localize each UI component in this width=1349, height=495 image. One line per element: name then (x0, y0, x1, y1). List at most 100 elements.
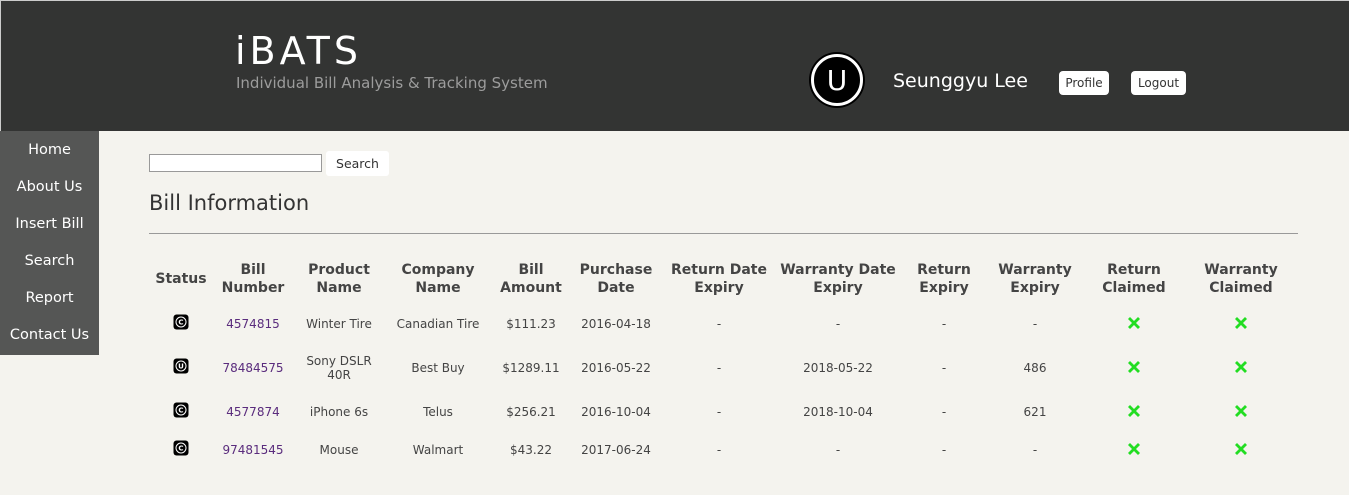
return-claimed-x-icon (1128, 317, 1140, 329)
status-letter: U (175, 360, 187, 372)
sidebar-item-contact-us[interactable]: Contact Us (0, 317, 99, 354)
section-title: Bill Information (149, 191, 310, 215)
th-company-name: Company Name (401, 261, 474, 297)
return-expiry: - (941, 317, 947, 331)
bill-number-link[interactable]: 4574815 (226, 317, 279, 331)
header-line: Company (401, 262, 475, 278)
warranty-date-expiry: - (835, 317, 841, 331)
return-expiry: - (941, 443, 947, 457)
header-line: Claimed (1102, 280, 1166, 296)
purchase-date: 2016-10-04 (581, 405, 651, 419)
warranty-expiry: - (1032, 317, 1038, 331)
company-name: Telus (423, 405, 453, 419)
profile-button[interactable]: Profile (1059, 71, 1109, 95)
avatar[interactable]: U (811, 54, 863, 106)
bill-number-link[interactable]: 97481545 (222, 443, 283, 457)
return-date-expiry: - (716, 443, 722, 457)
app-subtitle: Individual Bill Analysis & Tracking Syst… (236, 74, 548, 92)
header-line: Date (597, 280, 635, 296)
th-purchase-date: Purchase Date (580, 261, 653, 297)
warranty-date-expiry: 2018-10-04 (803, 405, 873, 419)
company-name: Canadian Tire (396, 317, 480, 331)
company-name: Best Buy (411, 361, 465, 375)
header-line: Expiry (813, 280, 863, 296)
warranty-claimed-x-icon (1235, 443, 1247, 455)
header-line: Warranty (1204, 262, 1278, 278)
purchase-date: 2017-06-24 (581, 443, 651, 457)
return-claimed-x-icon (1128, 361, 1140, 373)
sidebar-item-about-us[interactable]: About Us (0, 169, 99, 206)
bill-amount: $1289.11 (502, 361, 560, 375)
return-expiry: - (941, 361, 947, 375)
divider (149, 233, 1298, 234)
header-line: Name (415, 280, 461, 296)
user-name: Seunggyu Lee (893, 70, 1028, 92)
bill-amount: $111.23 (506, 317, 556, 331)
status-letter: C (175, 442, 187, 454)
th-product-name: Product Name (308, 261, 370, 297)
status-letter: C (175, 404, 187, 416)
th-bill-number: Bill Number (222, 261, 285, 297)
header-line: Bill (240, 262, 266, 278)
search-button[interactable]: Search (326, 151, 389, 176)
header-line: Purchase (579, 262, 653, 278)
product-name: iPhone 6s (309, 405, 369, 419)
warranty-claimed-x-icon (1235, 317, 1247, 329)
th-return-date-expiry: Return Date Expiry (671, 261, 767, 297)
product-name: Sony DSLR 40R (306, 354, 372, 382)
th-bill-amount: Bill Amount (500, 261, 562, 297)
header-line: Return Date (671, 262, 767, 278)
return-claimed-x-icon (1128, 405, 1140, 417)
return-date-expiry: - (716, 361, 722, 375)
header-line: Number (221, 280, 285, 296)
th-return-claimed: Return Claimed (1102, 261, 1165, 297)
warranty-date-expiry: - (835, 443, 841, 457)
sidebar-item-home[interactable]: Home (0, 131, 99, 169)
warranty-claimed-x-icon (1235, 361, 1247, 373)
warranty-expiry: 621 (1023, 405, 1047, 419)
sidebar-item-search[interactable]: Search (0, 243, 99, 280)
sidebar-item-insert-bill[interactable]: Insert Bill (0, 206, 99, 243)
status-circle-icon: C (173, 440, 189, 456)
bill-number-link[interactable]: 4577874 (226, 405, 279, 419)
header-line: Expiry (1010, 280, 1060, 296)
status-circle-icon: C (173, 402, 189, 418)
th-warranty-date-expiry: Warranty Date Expiry (780, 261, 896, 297)
th-warranty-claimed: Warranty Claimed (1204, 261, 1277, 297)
th-status: Status (155, 270, 206, 288)
product-name: Mouse (319, 443, 359, 457)
header-line: Status (155, 271, 207, 287)
sidebar-item-report[interactable]: Report (0, 280, 99, 317)
warranty-claimed-x-icon (1235, 405, 1247, 417)
header-line: Return (917, 262, 971, 278)
status-circle-icon: U (173, 358, 189, 374)
header-line: Claimed (1209, 280, 1273, 296)
bill-amount: $256.21 (506, 405, 556, 419)
th-warranty-expiry: Warranty Expiry (998, 261, 1071, 297)
header-line: Product (308, 262, 370, 278)
warranty-date-expiry: 2018-05-22 (803, 361, 873, 375)
app-title: iBATS (235, 29, 363, 73)
company-name: Walmart (412, 443, 464, 457)
product-name: Winter Tire (306, 317, 372, 331)
header-line: Expiry (919, 280, 969, 296)
th-return-expiry: Return Expiry (917, 261, 971, 297)
return-claimed-x-icon (1128, 443, 1140, 455)
return-date-expiry: - (716, 317, 722, 331)
bill-number-link[interactable]: 78484575 (222, 361, 283, 375)
search-input[interactable] (149, 154, 322, 172)
status-circle-icon: C (173, 314, 189, 330)
header-line: Amount (500, 280, 562, 296)
return-date-expiry: - (716, 405, 722, 419)
header-line: Warranty (998, 262, 1072, 278)
purchase-date: 2016-05-22 (581, 361, 651, 375)
return-expiry: - (941, 405, 947, 419)
header-line: Warranty Date (780, 262, 896, 278)
logout-button[interactable]: Logout (1131, 71, 1186, 95)
header-line: Expiry (694, 280, 744, 296)
header: iBATS Individual Bill Analysis & Trackin… (0, 0, 1349, 131)
purchase-date: 2016-04-18 (581, 317, 651, 331)
warranty-expiry: 486 (1023, 361, 1047, 375)
bill-amount: $43.22 (510, 443, 552, 457)
sidebar: Home About Us Insert Bill Search Report … (0, 131, 99, 355)
